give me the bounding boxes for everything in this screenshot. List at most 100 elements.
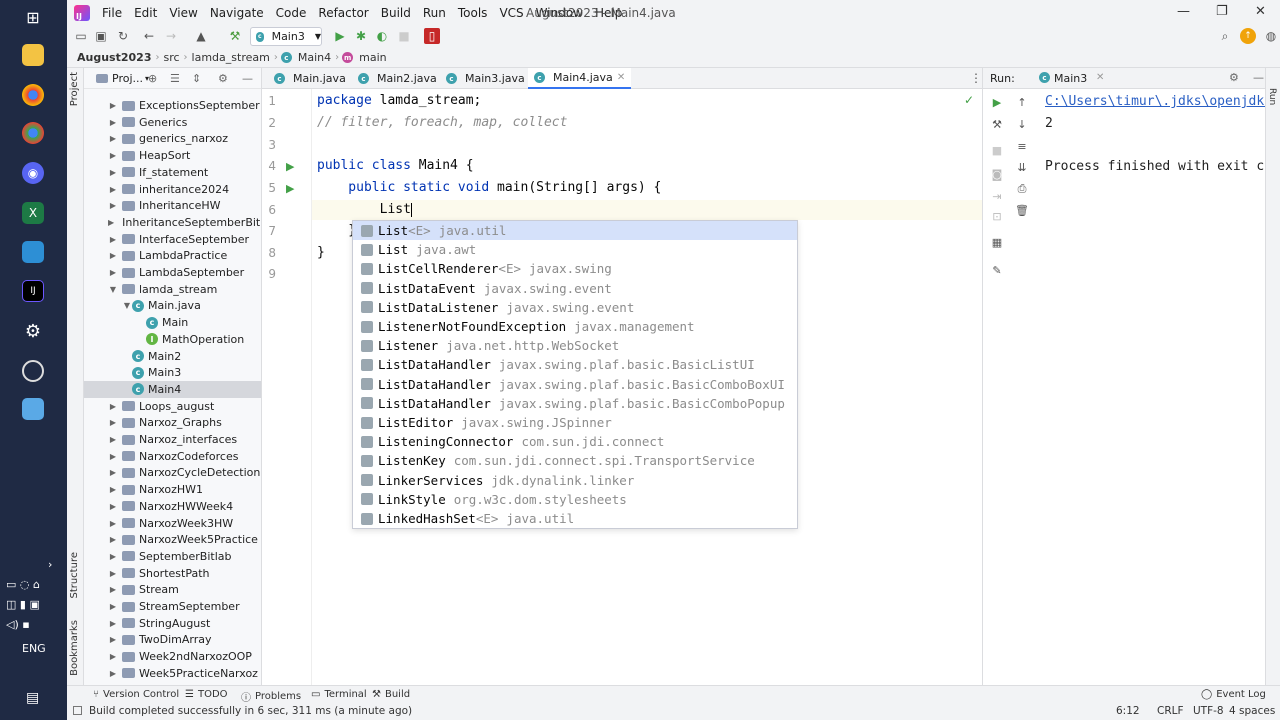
chevron-right-icon[interactable]: ▶	[108, 185, 118, 194]
tree-item[interactable]: ▶ Week2ndNarxozOOP	[84, 648, 261, 665]
chevron-right-icon[interactable]: ▶	[108, 519, 118, 528]
chevron-right-icon[interactable]: ▶	[108, 168, 118, 177]
tree-item[interactable]: ▶ inheritance2024	[84, 181, 261, 198]
run-main-gutter-icon[interactable]: ▶	[286, 182, 294, 195]
obs-icon[interactable]	[22, 360, 44, 382]
soft-wrap-icon[interactable]: ≡	[1014, 138, 1030, 154]
menu-navigate[interactable]: Navigate	[204, 6, 270, 20]
breadcrumb-package[interactable]: lamda_stream	[188, 51, 274, 64]
close-icon[interactable]: ✕	[1255, 4, 1266, 19]
breadcrumb-class[interactable]: Main4	[294, 51, 335, 64]
tree-item[interactable]: ▼ c Main.java	[84, 297, 261, 314]
terminal-button[interactable]: ▭ Terminal	[311, 689, 367, 700]
chevron-right-icon[interactable]: ▶	[108, 635, 118, 644]
event-log-button[interactable]: ◯ Event Log	[1201, 689, 1266, 700]
project-tool-window-button[interactable]: Project	[69, 72, 80, 106]
completion-item[interactable]: List java.awt	[353, 240, 797, 259]
tree-item[interactable]: ▶ NarxozHWWeek4	[84, 498, 261, 515]
wrench-icon[interactable]: ⚒	[989, 116, 1005, 132]
chevron-right-icon[interactable]: ▶	[108, 435, 118, 444]
chevron-right-icon[interactable]: ▶	[108, 201, 118, 210]
back-icon[interactable]: ←	[141, 28, 157, 44]
scroll-down-icon[interactable]: ↓	[1014, 116, 1030, 132]
tree-item[interactable]: ▶ StringAugust	[84, 615, 261, 632]
chevron-right-icon[interactable]: ▶	[108, 652, 118, 661]
gear-icon[interactable]: ⚙	[1229, 71, 1239, 84]
problems-button[interactable]: ⓘ Problems	[241, 689, 301, 704]
menu-vcs[interactable]: VCS	[493, 6, 529, 20]
collapse-icon[interactable]: ☰	[170, 72, 180, 85]
tree-item[interactable]: ▶ Stream	[84, 581, 261, 598]
tree-item[interactable]: ▶ ExceptionsSeptember	[84, 97, 261, 114]
update-icon[interactable]: ↑	[1240, 28, 1256, 44]
chevron-right-icon[interactable]: ▶	[108, 218, 114, 227]
windows-start-icon[interactable]: ⊞	[22, 6, 44, 28]
expand-icon[interactable]: ⇕	[192, 72, 201, 85]
chevron-right-icon[interactable]: ▶	[108, 418, 118, 427]
plugin-icon[interactable]: ▯	[424, 28, 440, 44]
tray-icons[interactable]: ▭ ◌ ⌂	[6, 578, 40, 591]
tree-item[interactable]: ▶ LambdaPractice	[84, 247, 261, 264]
tree-item[interactable]: ▶ Week5PracticeNarxoz	[84, 665, 261, 682]
breadcrumb-project[interactable]: August2023	[73, 51, 155, 64]
tree-item[interactable]: c Main3	[84, 364, 261, 381]
chevron-right-icon[interactable]: ▶	[108, 552, 118, 561]
intellij-taskbar-icon[interactable]: IJ	[22, 280, 44, 302]
tree-item[interactable]: ▼ lamda_stream	[84, 281, 261, 298]
chevron-down-icon[interactable]: ▼	[108, 285, 118, 294]
completion-item[interactable]: ListDataHandler javax.swing.plaf.basic.Ba…	[353, 375, 797, 394]
app-icon[interactable]	[22, 241, 44, 263]
breadcrumb-method[interactable]: main	[355, 51, 390, 64]
chrome-profile-icon[interactable]	[22, 122, 44, 144]
completion-item[interactable]: ListCellRenderer <E> javax.swing	[353, 259, 797, 278]
chevron-right-icon[interactable]: ▶	[108, 485, 118, 494]
menu-run[interactable]: Run	[417, 6, 452, 20]
completion-item[interactable]: ListEditor javax.swing.JSpinner	[353, 413, 797, 432]
build-button[interactable]: ⚒ Build	[372, 689, 410, 700]
stop-icon[interactable]: ■	[989, 142, 1005, 158]
camera-icon[interactable]: ◙	[989, 166, 1005, 182]
tree-item[interactable]: ▶ TwoDimArray	[84, 631, 261, 648]
console-java-path-link[interactable]: C:\Users\timur\.jdks\openjdk-1	[1045, 94, 1280, 109]
menu-view[interactable]: View	[163, 6, 203, 20]
chevron-right-icon[interactable]: ▶	[108, 669, 118, 678]
tree-item[interactable]: ▶ StreamSeptember	[84, 598, 261, 615]
more-tabs-icon[interactable]: ⋮	[970, 71, 982, 85]
status-panel-icon[interactable]	[73, 706, 82, 715]
chevron-right-icon[interactable]: ▶	[108, 502, 118, 511]
menu-refactor[interactable]: Refactor	[312, 6, 374, 20]
indent-setting[interactable]: 4 spaces	[1229, 705, 1275, 717]
tray-icons-2[interactable]: ◫ ▮ ▣	[6, 598, 40, 611]
tree-item[interactable]: ▶ If_statement	[84, 164, 261, 181]
jetbrains-icon[interactable]: ◍	[1263, 28, 1279, 44]
chevron-right-icon[interactable]: ▶	[108, 268, 118, 277]
tree-item[interactable]: ▶ generics_narxoz	[84, 130, 261, 147]
chevron-right-icon[interactable]: ▶	[108, 134, 118, 143]
layout-icon[interactable]: ▦	[989, 234, 1005, 250]
scroll-up-icon[interactable]: ↑	[1014, 94, 1030, 110]
tree-item[interactable]: ▶ InterfaceSeptember	[84, 231, 261, 248]
completion-item[interactable]: ListDataListener javax.swing.event	[353, 298, 797, 317]
volume-icon[interactable]: ◁) ▪	[6, 618, 30, 631]
open-icon[interactable]: ▭	[73, 28, 89, 44]
tree-item[interactable]: c Main4	[84, 380, 261, 398]
print-icon[interactable]: ⎙	[1014, 181, 1030, 197]
exit-icon[interactable]: ⇥	[989, 188, 1005, 204]
menu-file[interactable]: File	[96, 6, 128, 20]
tray-chevron-icon[interactable]: ›	[48, 558, 52, 571]
completion-item[interactable]: ListenerNotFoundException javax.managemen…	[353, 317, 797, 336]
tree-item[interactable]: ▶ NarxozWeek5Practice	[84, 531, 261, 548]
tree-item[interactable]: ▶ Narxoz_interfaces	[84, 431, 261, 448]
scroll-to-end-icon[interactable]: ⇊	[1014, 159, 1030, 175]
completion-item[interactable]: ListDataEvent javax.swing.event	[353, 279, 797, 298]
menu-code[interactable]: Code	[270, 6, 313, 20]
file-encoding[interactable]: UTF-8	[1193, 705, 1224, 717]
tree-item[interactable]: ▶ NarxozCodeforces	[84, 448, 261, 465]
chevron-right-icon[interactable]: ▶	[108, 151, 118, 160]
app-icon-2[interactable]	[22, 398, 44, 420]
language-indicator[interactable]: ENG	[22, 642, 46, 655]
tree-item[interactable]: c Main	[84, 314, 261, 331]
build-hammer-icon[interactable]: ⚒	[227, 28, 243, 44]
completion-item[interactable]: Listener java.net.http.WebSocket	[353, 336, 797, 355]
gear-icon[interactable]: ⚙	[218, 72, 228, 85]
